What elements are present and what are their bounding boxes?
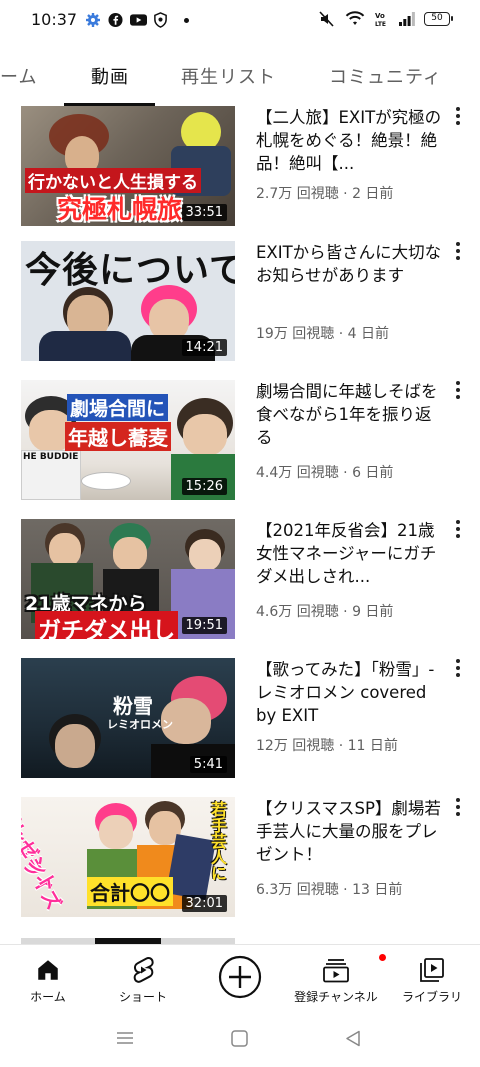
svg-text:LTE: LTE — [375, 21, 386, 27]
thumbnail-caption: 劇場合間に — [67, 394, 169, 421]
more-options-icon[interactable] — [450, 239, 466, 263]
video-item[interactable]: 劇場合間に 年越し蕎麦 HE BUDDIE 15:26 劇場合間に年越しそばを食… — [0, 380, 480, 510]
nav-subscriptions-label: 登録チャンネル — [294, 990, 378, 1004]
more-notifications-dot — [184, 18, 189, 23]
nav-home[interactable]: ホーム — [18, 945, 78, 1015]
thumbnail-caption: 若手芸人に — [208, 801, 227, 881]
nav-create[interactable] — [214, 945, 266, 1015]
video-duration: 15:26 — [181, 478, 227, 495]
tab-videos[interactable]: 動画 — [91, 63, 129, 89]
thumbnail-caption: レミオロメン — [107, 718, 173, 731]
subscriptions-icon — [323, 959, 349, 983]
video-duration: 33:51 — [181, 204, 227, 221]
tab-community[interactable]: コミュニティ — [329, 63, 442, 89]
video-thumbnail[interactable]: 今後について 14:21 — [21, 241, 235, 361]
home-icon — [38, 960, 58, 980]
status-bar: 10:37 Vo LTE 50 — [0, 0, 480, 44]
video-duration: 14:21 — [181, 339, 227, 356]
nav-subscriptions[interactable]: 登録チャンネル — [286, 945, 387, 1015]
gear-icon — [86, 13, 100, 27]
more-options-icon[interactable] — [450, 656, 466, 680]
battery-icon: 50 — [424, 12, 453, 26]
nav-library[interactable]: ライブラリ — [398, 945, 466, 1015]
video-thumbnail[interactable]: 行かないと人生損する 究極札幌旅 33:51 — [21, 106, 235, 226]
new-content-dot — [378, 953, 387, 962]
more-options-icon[interactable] — [450, 517, 466, 541]
video-meta: 4.6万 回視聴 · 9 日前 — [256, 604, 394, 620]
video-duration: 5:41 — [189, 756, 227, 773]
channel-tabs: ーム 動画 再生リスト コミュニティ — [0, 44, 480, 106]
shield-icon — [154, 12, 167, 28]
video-title[interactable]: EXITから皆さんに大切なお知らせがあります — [256, 241, 442, 287]
nav-home-label: ホーム — [30, 990, 66, 1004]
nav-shorts-label: ショート — [118, 990, 167, 1004]
thumbnail-caption: ガチダメ出し — [35, 611, 179, 639]
more-options-icon[interactable] — [450, 795, 466, 819]
svg-text:Vo: Vo — [375, 12, 385, 20]
status-icons: Vo LTE 50 — [318, 11, 453, 27]
library-icon — [420, 958, 444, 982]
video-title[interactable]: 【クリスマスSP】劇場若手芸人に大量の服をプレゼント！ — [256, 797, 442, 866]
video-duration: 32:01 — [181, 895, 227, 912]
video-item[interactable]: 今後について 14:21 EXITから皆さんに大切なお知らせがあります 19万 … — [0, 241, 480, 371]
youtube-icon — [130, 14, 147, 26]
create-plus-icon — [218, 955, 262, 999]
video-item[interactable]: 行かないと人生損する 究極札幌旅 33:51 【二人旅】EXITが究極の札幌をめ… — [0, 106, 480, 236]
thumbnail-caption: 年越し蕎麦 — [65, 422, 171, 451]
thumbnail-caption: 究極札幌旅 — [57, 195, 183, 224]
thumbnail-caption: 合計〇〇 — [87, 877, 173, 906]
status-time: 10:37 — [31, 10, 78, 29]
video-meta: 12万 回視聴 · 11 日前 — [256, 738, 398, 754]
wifi-icon — [345, 11, 365, 25]
thumbnail-caption: 今後について — [25, 250, 235, 291]
tab-playlists[interactable]: 再生リスト — [181, 63, 276, 89]
video-title[interactable]: 【2021年反省会】21歳女性マネージャーにガチダメ出しされ... — [256, 519, 442, 588]
recent-apps-icon[interactable] — [116, 1030, 134, 1046]
video-title[interactable]: 【歌ってみた】「粉雪」- レミオロメン covered by EXIT — [256, 658, 442, 727]
mute-icon — [319, 11, 334, 27]
more-options-icon[interactable] — [450, 104, 466, 128]
signal-icon — [399, 12, 415, 26]
video-meta: 19万 回視聴 · 4 日前 — [256, 326, 389, 342]
thumbnail-caption: HE BUDDIE — [23, 452, 79, 462]
video-item[interactable]: サプライズ プレゼント 合計〇〇 若手芸人に 32:01 【クリスマスSP】劇場… — [0, 797, 480, 927]
more-options-icon[interactable] — [450, 378, 466, 402]
facebook-icon — [108, 12, 123, 28]
video-thumbnail[interactable]: 21歳マネから ガチダメ出し 19:51 — [21, 519, 235, 639]
thumbnail-caption: 粉雪 — [113, 694, 153, 718]
nav-shorts[interactable]: ショート — [108, 945, 178, 1015]
system-navigation-bar — [0, 1014, 480, 1067]
back-icon[interactable] — [345, 1030, 361, 1047]
video-thumbnail[interactable]: 粉雪 レミオロメン 5:41 — [21, 658, 235, 778]
tab-home[interactable]: ーム — [0, 63, 37, 89]
bottom-navigation: ホーム ショート 登録チャンネル ライブラリ — [0, 944, 480, 1014]
video-title[interactable]: 【二人旅】EXITが究極の札幌をめぐる！絶景！絶品！絶叫【... — [256, 106, 442, 175]
video-item[interactable]: 粉雪 レミオロメン 5:41 【歌ってみた】「粉雪」- レミオロメン cover… — [0, 658, 480, 788]
home-button-icon[interactable] — [231, 1030, 248, 1047]
video-item[interactable]: 21歳マネから ガチダメ出し 19:51 【2021年反省会】21歳女性マネージ… — [0, 519, 480, 649]
video-meta: 2.7万 回視聴 · 2 日前 — [256, 186, 394, 202]
video-thumbnail[interactable]: 劇場合間に 年越し蕎麦 HE BUDDIE 15:26 — [21, 380, 235, 500]
nav-library-label: ライブラリ — [401, 990, 462, 1004]
video-duration: 19:51 — [181, 617, 227, 634]
video-title[interactable]: 劇場合間に年越しそばを食べながら1年を振り返る — [256, 380, 442, 449]
video-meta: 6.3万 回視聴 · 13 日前 — [256, 882, 403, 898]
video-thumbnail[interactable]: サプライズ プレゼント 合計〇〇 若手芸人に 32:01 — [21, 797, 235, 917]
video-meta: 4.4万 回視聴 · 6 日前 — [256, 465, 394, 481]
shorts-icon — [133, 956, 154, 983]
volte-icon: Vo LTE — [375, 12, 386, 27]
